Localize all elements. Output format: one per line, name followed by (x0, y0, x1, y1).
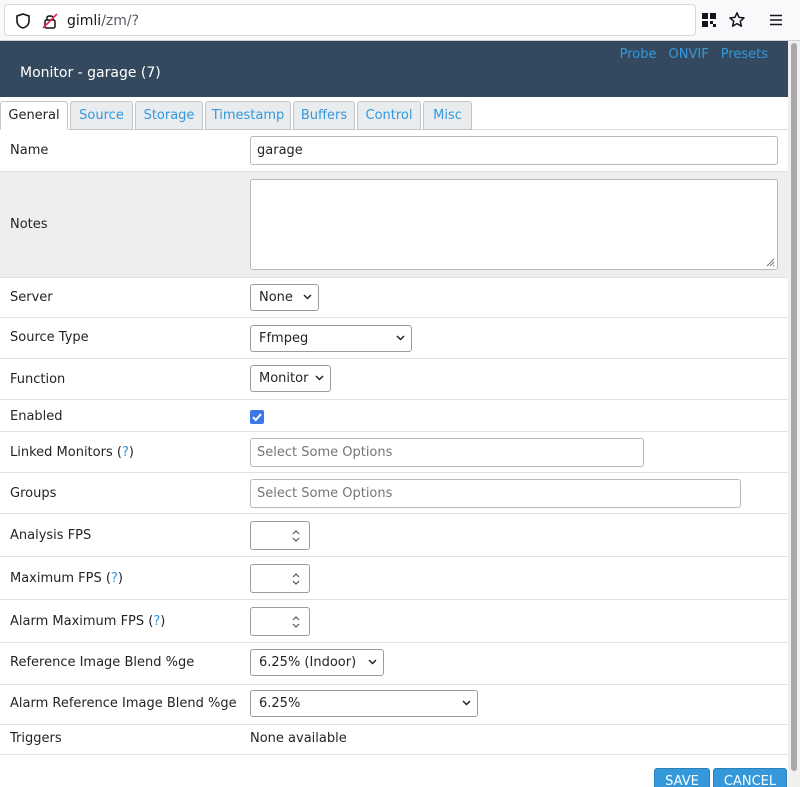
triggers-value: None available (250, 731, 347, 746)
monitor-header: Probe ONVIF Presets Monitor - garage (7) (0, 41, 788, 97)
maximum-fps-label-suffix: ) (117, 571, 123, 586)
analysis-fps-label: Analysis FPS (10, 528, 92, 543)
hamburger-menu-icon[interactable] (767, 11, 785, 29)
onvif-link[interactable]: ONVIF (669, 47, 709, 63)
spinner-arrows-icon[interactable] (291, 572, 301, 586)
url-bar[interactable]: gimli/zm/? (4, 4, 696, 36)
linked-monitors-label-text: Linked Monitors ( (10, 445, 122, 460)
insecure-lock-icon[interactable] (41, 12, 59, 30)
alarm-reference-blend-select-value: 6.25% (259, 696, 301, 711)
linked-monitors-label: Linked Monitors (?) (10, 445, 134, 461)
maximum-fps-label-text: Maximum FPS ( (10, 571, 111, 586)
page-scrollbar[interactable] (788, 41, 800, 787)
enabled-checkbox[interactable] (250, 410, 264, 424)
row-source-type: Source Type Ffmpeg (0, 318, 788, 359)
presets-link[interactable]: Presets (721, 47, 768, 63)
groups-multiselect[interactable]: Select Some Options (250, 479, 741, 508)
chevron-down-icon (396, 335, 405, 341)
row-enabled: Enabled (0, 400, 788, 432)
chevron-down-icon (303, 294, 312, 300)
spinner-arrows-icon[interactable] (291, 529, 301, 543)
tab-control[interactable]: Control (357, 101, 421, 130)
analysis-fps-input[interactable] (250, 521, 310, 550)
name-input[interactable]: garage (250, 136, 778, 165)
row-groups: Groups Select Some Options (0, 473, 788, 514)
url-host: gimli (67, 13, 102, 29)
qr-code-icon[interactable] (700, 11, 718, 29)
server-select-value: None (259, 290, 293, 305)
chevron-down-icon (368, 659, 377, 665)
probe-link[interactable]: Probe (620, 47, 657, 63)
linked-monitors-multiselect[interactable]: Select Some Options (250, 438, 644, 467)
server-label: Server (10, 290, 53, 305)
row-notes: Notes (0, 172, 788, 278)
notes-label: Notes (10, 217, 48, 232)
alarm-reference-blend-label: Alarm Reference Image Blend %ge (10, 696, 237, 711)
url-text[interactable]: gimli/zm/? (67, 12, 139, 30)
checkmark-icon (252, 413, 262, 422)
scrollbar-thumb[interactable] (791, 43, 797, 771)
row-server: Server None (0, 278, 788, 318)
row-reference-blend: Reference Image Blend %ge 6.25% (Indoor) (0, 643, 788, 685)
source-type-label: Source Type (10, 330, 89, 345)
reference-blend-select-value: 6.25% (Indoor) (259, 655, 357, 670)
reference-blend-select[interactable]: 6.25% (Indoor) (250, 649, 384, 676)
function-select-value: Monitor (259, 371, 309, 386)
row-triggers: Triggers None available (0, 725, 788, 755)
row-maximum-fps: Maximum FPS (?) (0, 557, 788, 600)
page-title: Monitor - garage (7) (20, 65, 161, 81)
chevron-down-icon (462, 700, 471, 706)
browser-toolbar: gimli/zm/? (0, 0, 800, 41)
source-type-select[interactable]: Ffmpeg (250, 325, 412, 352)
row-alarm-reference-blend: Alarm Reference Image Blend %ge 6.25% (0, 685, 788, 725)
source-type-select-value: Ffmpeg (259, 331, 309, 346)
enabled-label: Enabled (10, 409, 63, 424)
row-function: Function Monitor (0, 359, 788, 400)
reference-blend-label: Reference Image Blend %ge (10, 655, 195, 670)
maximum-fps-input[interactable] (250, 564, 310, 593)
row-linked-monitors: Linked Monitors (?) Select Some Options (0, 432, 788, 473)
maximum-fps-label: Maximum FPS (?) (10, 571, 123, 587)
alarm-maximum-fps-label-text: Alarm Maximum FPS ( (10, 614, 154, 629)
groups-label: Groups (10, 486, 57, 501)
linked-monitors-help-link[interactable]: ? (122, 445, 129, 460)
linked-monitors-label-suffix: ) (128, 445, 134, 460)
alarm-maximum-fps-input[interactable] (250, 607, 310, 636)
url-path: /zm/? (101, 13, 140, 29)
function-label: Function (10, 372, 66, 387)
function-select[interactable]: Monitor (250, 365, 331, 392)
cancel-button[interactable]: CANCEL (713, 768, 787, 787)
name-label: Name (10, 143, 49, 158)
save-button[interactable]: SAVE (654, 768, 710, 787)
spinner-arrows-icon[interactable] (291, 615, 301, 629)
tab-bar: General Source Storage Timestamp Buffers… (0, 101, 788, 130)
header-links: Probe ONVIF Presets (620, 47, 768, 63)
triggers-label: Triggers (10, 731, 62, 746)
alarm-maximum-fps-label-suffix: ) (160, 614, 166, 629)
row-name: Name garage (0, 130, 788, 172)
notes-textarea[interactable] (250, 179, 778, 270)
row-analysis-fps: Analysis FPS (0, 514, 788, 557)
maximum-fps-help-link[interactable]: ? (111, 571, 118, 586)
alarm-maximum-fps-label: Alarm Maximum FPS (?) (10, 614, 165, 630)
alarm-reference-blend-select[interactable]: 6.25% (250, 690, 478, 717)
bookmark-star-icon[interactable] (728, 11, 746, 29)
tab-buffers[interactable]: Buffers (293, 101, 355, 130)
tab-general[interactable]: General (0, 101, 68, 130)
shield-icon[interactable] (14, 12, 32, 30)
resize-grip-icon[interactable] (766, 258, 775, 267)
chevron-down-icon (315, 375, 324, 381)
row-alarm-maximum-fps: Alarm Maximum FPS (?) (0, 600, 788, 643)
tab-timestamp[interactable]: Timestamp (205, 101, 291, 130)
tab-storage[interactable]: Storage (135, 101, 203, 130)
tab-misc[interactable]: Misc (423, 101, 472, 130)
tab-source[interactable]: Source (70, 101, 133, 130)
server-select[interactable]: None (250, 284, 319, 311)
